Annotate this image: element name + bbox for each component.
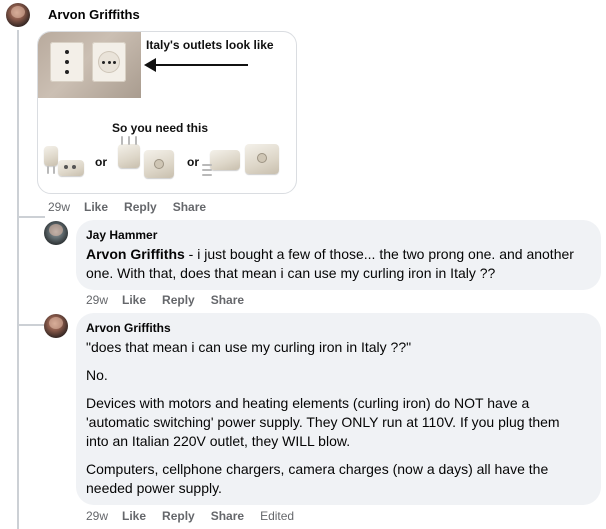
image-caption-mid: So you need this [112,121,209,135]
like-button[interactable]: Like [122,509,146,523]
outlet-photo [38,32,141,98]
adapter-three-prong-b [144,150,174,178]
avatar[interactable] [44,221,68,245]
share-button[interactable]: Share [211,509,244,523]
arrow-left-icon [144,58,156,72]
adapter-pin-b [245,144,279,174]
avatar[interactable] [44,314,68,338]
image-caption-top: Italy's outlets look like [146,38,274,52]
comment-timestamp[interactable]: 29w [86,509,108,523]
comment-text: Arvon Griffiths - i just bought a few of… [86,245,591,283]
comment-timestamp[interactable]: 29w [86,293,108,307]
comment-actions: 29w Like Reply Share [48,200,222,214]
thread-line-branch-1 [17,216,45,218]
comment-author[interactable]: Jay Hammer [86,228,157,242]
comment-paragraph: Devices with motors and heating elements… [86,395,560,449]
comment-actions: 29w Like Reply Share Edited [86,509,310,523]
comment-paragraph: "does that mean i can use my curling iro… [86,339,412,355]
adapter-pin-a [202,150,240,176]
reply-button[interactable]: Reply [124,200,157,214]
adapter-two-prong [44,146,58,174]
like-button[interactable]: Like [122,293,146,307]
comment-bubble: Jay Hammer Arvon Griffiths - i just boug… [76,220,601,290]
comment-author[interactable]: Arvon Griffiths [86,321,171,335]
share-button[interactable]: Share [173,200,206,214]
adapter-flat [58,160,84,176]
comment-paragraph: No. [86,367,108,383]
avatar[interactable] [6,3,30,27]
share-button[interactable]: Share [211,293,244,307]
comment-author[interactable]: Arvon Griffiths [48,7,140,22]
adapter-three-prong-a [118,136,140,168]
comment-bubble: Arvon Griffiths "does that mean i can us… [76,313,601,505]
like-button[interactable]: Like [84,200,108,214]
edited-label: Edited [260,509,295,523]
comment-text: "does that mean i can use my curling iro… [86,338,586,507]
comment-timestamp[interactable]: 29w [48,200,70,214]
or-label-2: or [187,155,199,169]
mention-tag[interactable]: Arvon Griffiths [86,246,185,262]
thread-line-main [17,30,19,529]
reply-button[interactable]: Reply [162,293,195,307]
comment-actions: 29w Like Reply Share [86,293,260,307]
arrow-line [150,64,248,66]
comment-paragraph: Computers, cellphone chargers, camera ch… [86,461,549,496]
comment-image[interactable]: Italy's outlets look like So you need th… [37,31,297,194]
or-label-1: or [95,155,107,169]
thread-line-branch-2 [17,324,45,326]
reply-button[interactable]: Reply [162,509,195,523]
